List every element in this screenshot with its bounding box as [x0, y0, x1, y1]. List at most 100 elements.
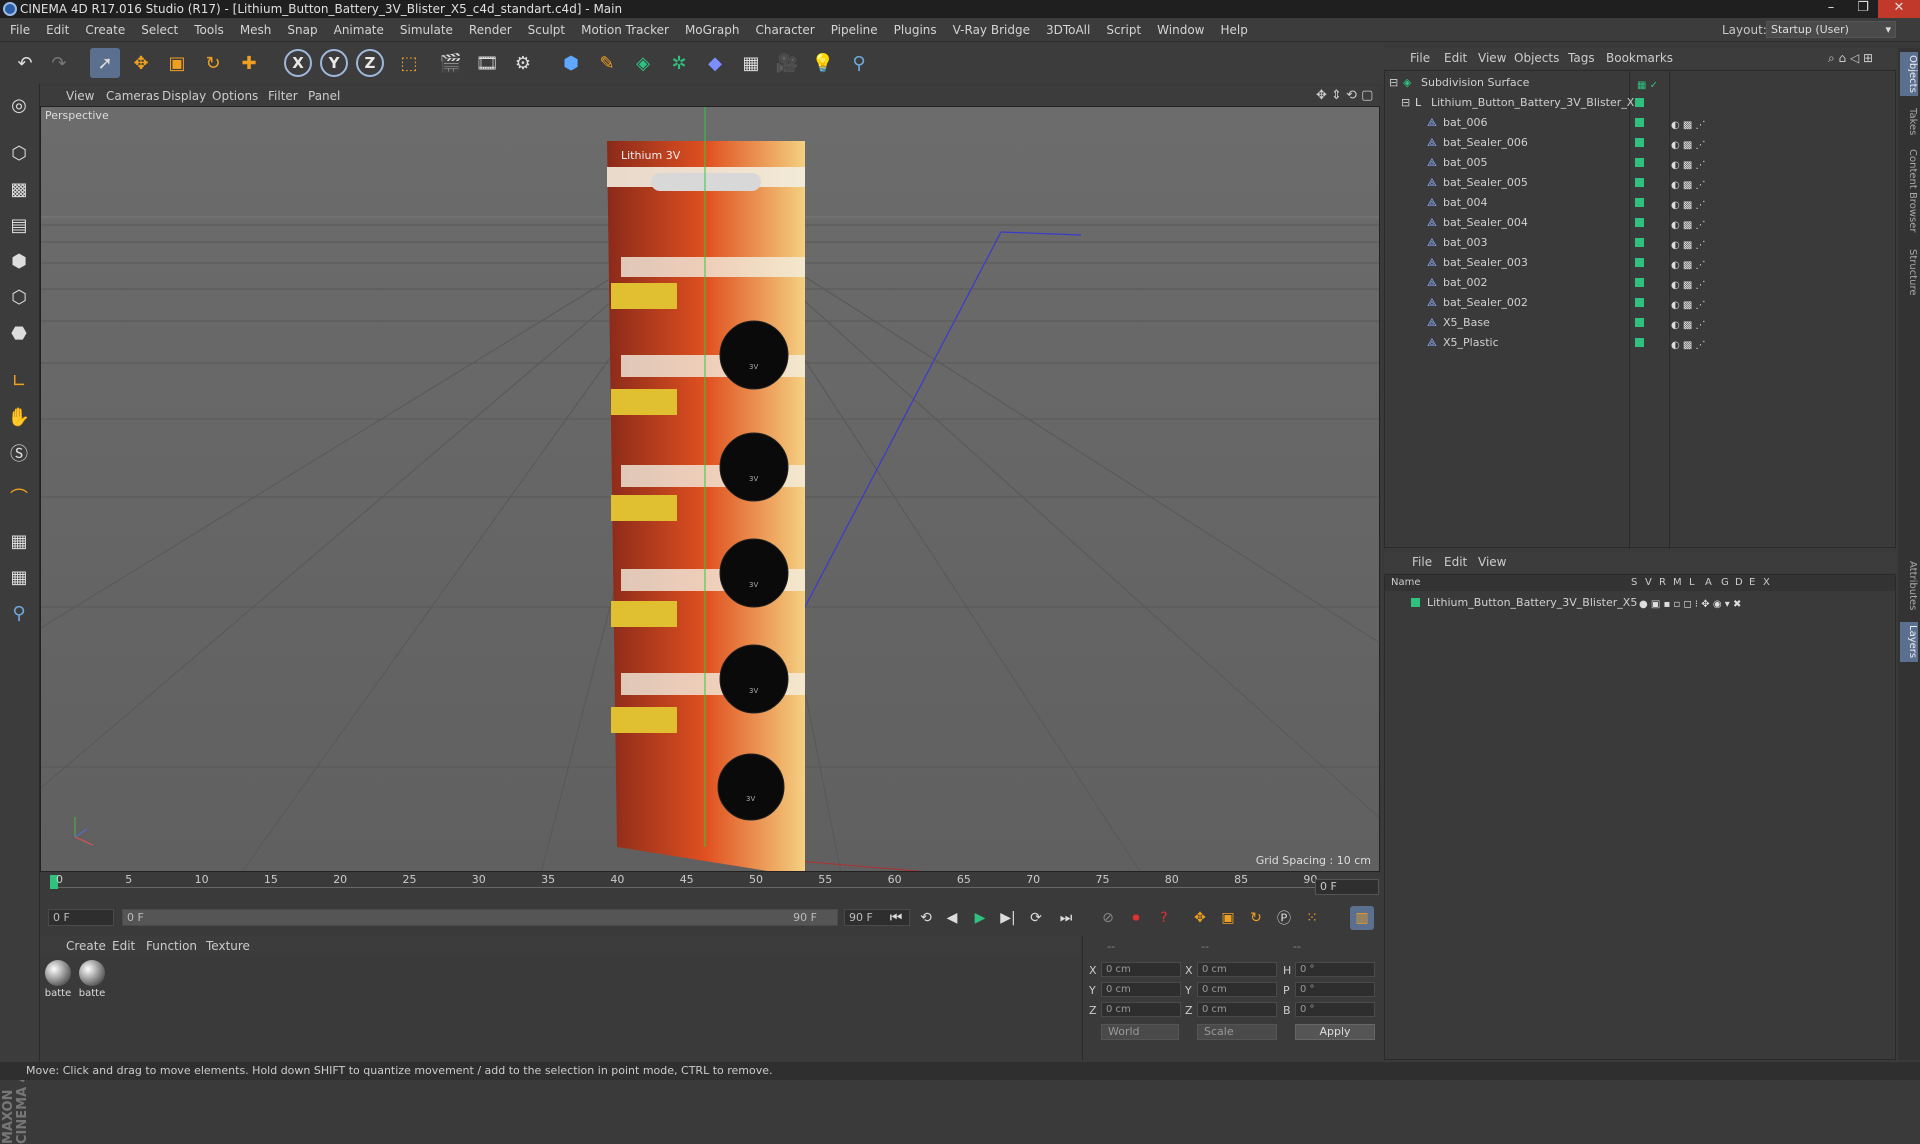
key-rotation-icon[interactable]: ↻ — [1244, 906, 1268, 930]
minimize-button[interactable]: – — [1816, 0, 1846, 18]
render-picture-viewer-icon[interactable]: 🎞 — [472, 48, 502, 78]
rotation-p-field[interactable]: 0 ° — [1295, 982, 1375, 997]
size-y-field[interactable]: 0 cm — [1197, 982, 1277, 997]
menu-3dtoall[interactable]: 3DToAll — [1038, 18, 1098, 42]
go-to-end-icon[interactable]: ⏭ — [1054, 906, 1078, 930]
layer-column-header[interactable]: X — [1763, 575, 1770, 591]
subdivision-surface-icon[interactable]: ◈ — [628, 48, 658, 78]
viewport-menu-options[interactable]: Options — [212, 86, 258, 106]
menu-render[interactable]: Render — [461, 18, 520, 42]
viewport-menu-display[interactable]: Display — [162, 86, 206, 106]
polygons-mode-icon[interactable]: ⬣ — [4, 318, 34, 348]
om-menu-objects[interactable]: Objects — [1514, 48, 1559, 68]
position-x-field[interactable]: 0 cm — [1101, 962, 1181, 977]
preview-range-slider[interactable]: 0 F 90 F — [122, 909, 838, 926]
perspective-viewport[interactable]: Lithium 3V 3V 3V 3V 3V 3V Perspective G — [40, 106, 1380, 872]
material-menu-function[interactable]: Function — [146, 936, 197, 956]
layer-column-header[interactable]: E — [1749, 575, 1755, 591]
floor-icon[interactable]: ▦ — [736, 48, 766, 78]
edges-mode-icon[interactable]: ⬡ — [4, 282, 34, 312]
menu-snap[interactable]: Snap — [279, 18, 325, 42]
menu-motion-tracker[interactable]: Motion Tracker — [573, 18, 677, 42]
rotate-icon[interactable]: ↻ — [198, 48, 228, 78]
lock-workplane-icon[interactable]: ▦ — [4, 526, 34, 556]
layer-column-header[interactable]: L — [1689, 575, 1695, 591]
step-forward-icon[interactable]: ▶| — [996, 906, 1020, 930]
menu-script[interactable]: Script — [1098, 18, 1149, 42]
layer-color-swatch[interactable] — [1635, 218, 1644, 227]
layer-color-swatch[interactable] — [1635, 298, 1644, 307]
om-object-row[interactable]: ⟁bat_002◐ ▩ ⋰ — [1385, 273, 1895, 293]
tab-attributes[interactable]: Attributes — [1900, 556, 1918, 616]
size-x-field[interactable]: 0 cm — [1197, 962, 1277, 977]
viewport-menu-filter[interactable]: Filter — [268, 86, 298, 106]
lm-menu-edit[interactable]: Edit — [1444, 552, 1467, 572]
viewport-menu-panel[interactable]: Panel — [308, 86, 340, 106]
om-object-row[interactable]: ⟁bat_006◐ ▩ ⋰ — [1385, 113, 1895, 133]
layer-color-swatch[interactable] — [1635, 98, 1644, 107]
layer-color-swatch[interactable] — [1635, 238, 1644, 247]
menu-select[interactable]: Select — [133, 18, 186, 42]
layer-color-swatch[interactable] — [1411, 598, 1420, 607]
record-keys-icon[interactable]: ⊘ — [1096, 906, 1120, 930]
planar-workplane-icon[interactable]: ▦ — [4, 562, 34, 592]
menu-plugins[interactable]: Plugins — [886, 18, 945, 42]
y-axis-lock[interactable]: Y — [320, 49, 348, 77]
lm-menu-view[interactable]: View — [1478, 552, 1506, 572]
spline-pen-icon[interactable]: ✎ — [592, 48, 622, 78]
tab-layers[interactable]: Layers — [1900, 622, 1918, 662]
redo-icon[interactable]: ↷ — [44, 48, 74, 78]
python-icon[interactable]: ⚲ — [844, 48, 874, 78]
magnet-icon[interactable]: ⌒ — [4, 482, 34, 512]
om-group-row[interactable]: ⊟ L Lithium_Button_Battery_3V_Blister_X5 — [1385, 93, 1895, 113]
z-axis-lock[interactable]: Z — [356, 49, 384, 77]
expand-icon[interactable]: ⊟ — [1389, 73, 1398, 93]
x-axis-lock[interactable]: X — [284, 49, 312, 77]
expand-icon[interactable]: ⊟ — [1401, 93, 1410, 113]
menu-mograph[interactable]: MoGraph — [677, 18, 748, 42]
apply-button[interactable]: Apply — [1295, 1024, 1375, 1040]
workplane-mode-icon[interactable]: ▤ — [4, 210, 34, 240]
om-object-row[interactable]: ⟁bat_Sealer_006◐ ▩ ⋰ — [1385, 133, 1895, 153]
transform-icon[interactable]: ✚ — [234, 48, 264, 78]
om-menu-file[interactable]: File — [1410, 48, 1430, 68]
om-object-row[interactable]: ⟁bat_004◐ ▩ ⋰ — [1385, 193, 1895, 213]
layer-column-header[interactable]: A — [1705, 575, 1712, 591]
material-menu-texture[interactable]: Texture — [206, 936, 250, 956]
tab-content-browser[interactable]: Content Browser — [1900, 146, 1918, 236]
key-position-icon[interactable]: ✥ — [1188, 906, 1212, 930]
live-selection-icon[interactable]: ➚ — [90, 48, 120, 78]
menu-simulate[interactable]: Simulate — [392, 18, 461, 42]
move-icon[interactable]: ✥ — [126, 48, 156, 78]
menu-character[interactable]: Character — [747, 18, 822, 42]
layer-color-swatch[interactable] — [1635, 198, 1644, 207]
om-search-icon[interactable]: ⌕ ⌂ ◁ ⊞ — [1828, 48, 1873, 68]
autokey-icon[interactable]: ⏺ — [1124, 906, 1148, 930]
undo-icon[interactable]: ↶ — [10, 48, 40, 78]
om-object-row[interactable]: ⟁X5_Base◐ ▩ ⋰ — [1385, 313, 1895, 333]
cube-icon[interactable]: ⬢ — [556, 48, 586, 78]
position-z-field[interactable]: 0 cm — [1101, 1002, 1181, 1017]
om-object-row[interactable]: ⟁bat_Sealer_002◐ ▩ ⋰ — [1385, 293, 1895, 313]
previous-key-icon[interactable]: ⟲ — [914, 906, 938, 930]
current-frame-field[interactable]: 0 F — [1315, 879, 1379, 895]
om-object-row[interactable]: ⟁bat_005◐ ▩ ⋰ — [1385, 153, 1895, 173]
snap-icon[interactable]: Ⓢ — [4, 438, 34, 468]
material-tag-icons[interactable]: ◐ ▩ ⋰ — [1671, 336, 1706, 356]
key-scale-icon[interactable]: ▣ — [1216, 906, 1240, 930]
layout-dropdown[interactable]: Startup (User)▾ — [1766, 21, 1896, 38]
viewport-menu-cameras[interactable]: Cameras — [106, 86, 159, 106]
om-object-row[interactable]: ⟁X5_Plastic◐ ▩ ⋰ — [1385, 333, 1895, 353]
layer-column-header[interactable]: R — [1659, 575, 1666, 591]
menu-window[interactable]: Window — [1149, 18, 1212, 42]
render-view-icon[interactable]: 🎬 — [436, 48, 466, 78]
maximize-button[interactable]: ❐ — [1848, 0, 1878, 18]
om-object-row[interactable]: ⟁bat_Sealer_004◐ ▩ ⋰ — [1385, 213, 1895, 233]
om-menu-tags[interactable]: Tags — [1568, 48, 1595, 68]
render-settings-icon[interactable]: ⚙ — [508, 48, 538, 78]
layer-color-swatch[interactable] — [1635, 318, 1644, 327]
layer-row[interactable]: Lithium_Button_Battery_3V_Blister_X5 ● ▣… — [1385, 593, 1895, 613]
coordinate-system-icon[interactable]: ⬚ — [394, 48, 424, 78]
layer-column-header[interactable]: Name — [1391, 575, 1421, 591]
timeline-window-icon[interactable]: ▥ — [1350, 906, 1374, 930]
